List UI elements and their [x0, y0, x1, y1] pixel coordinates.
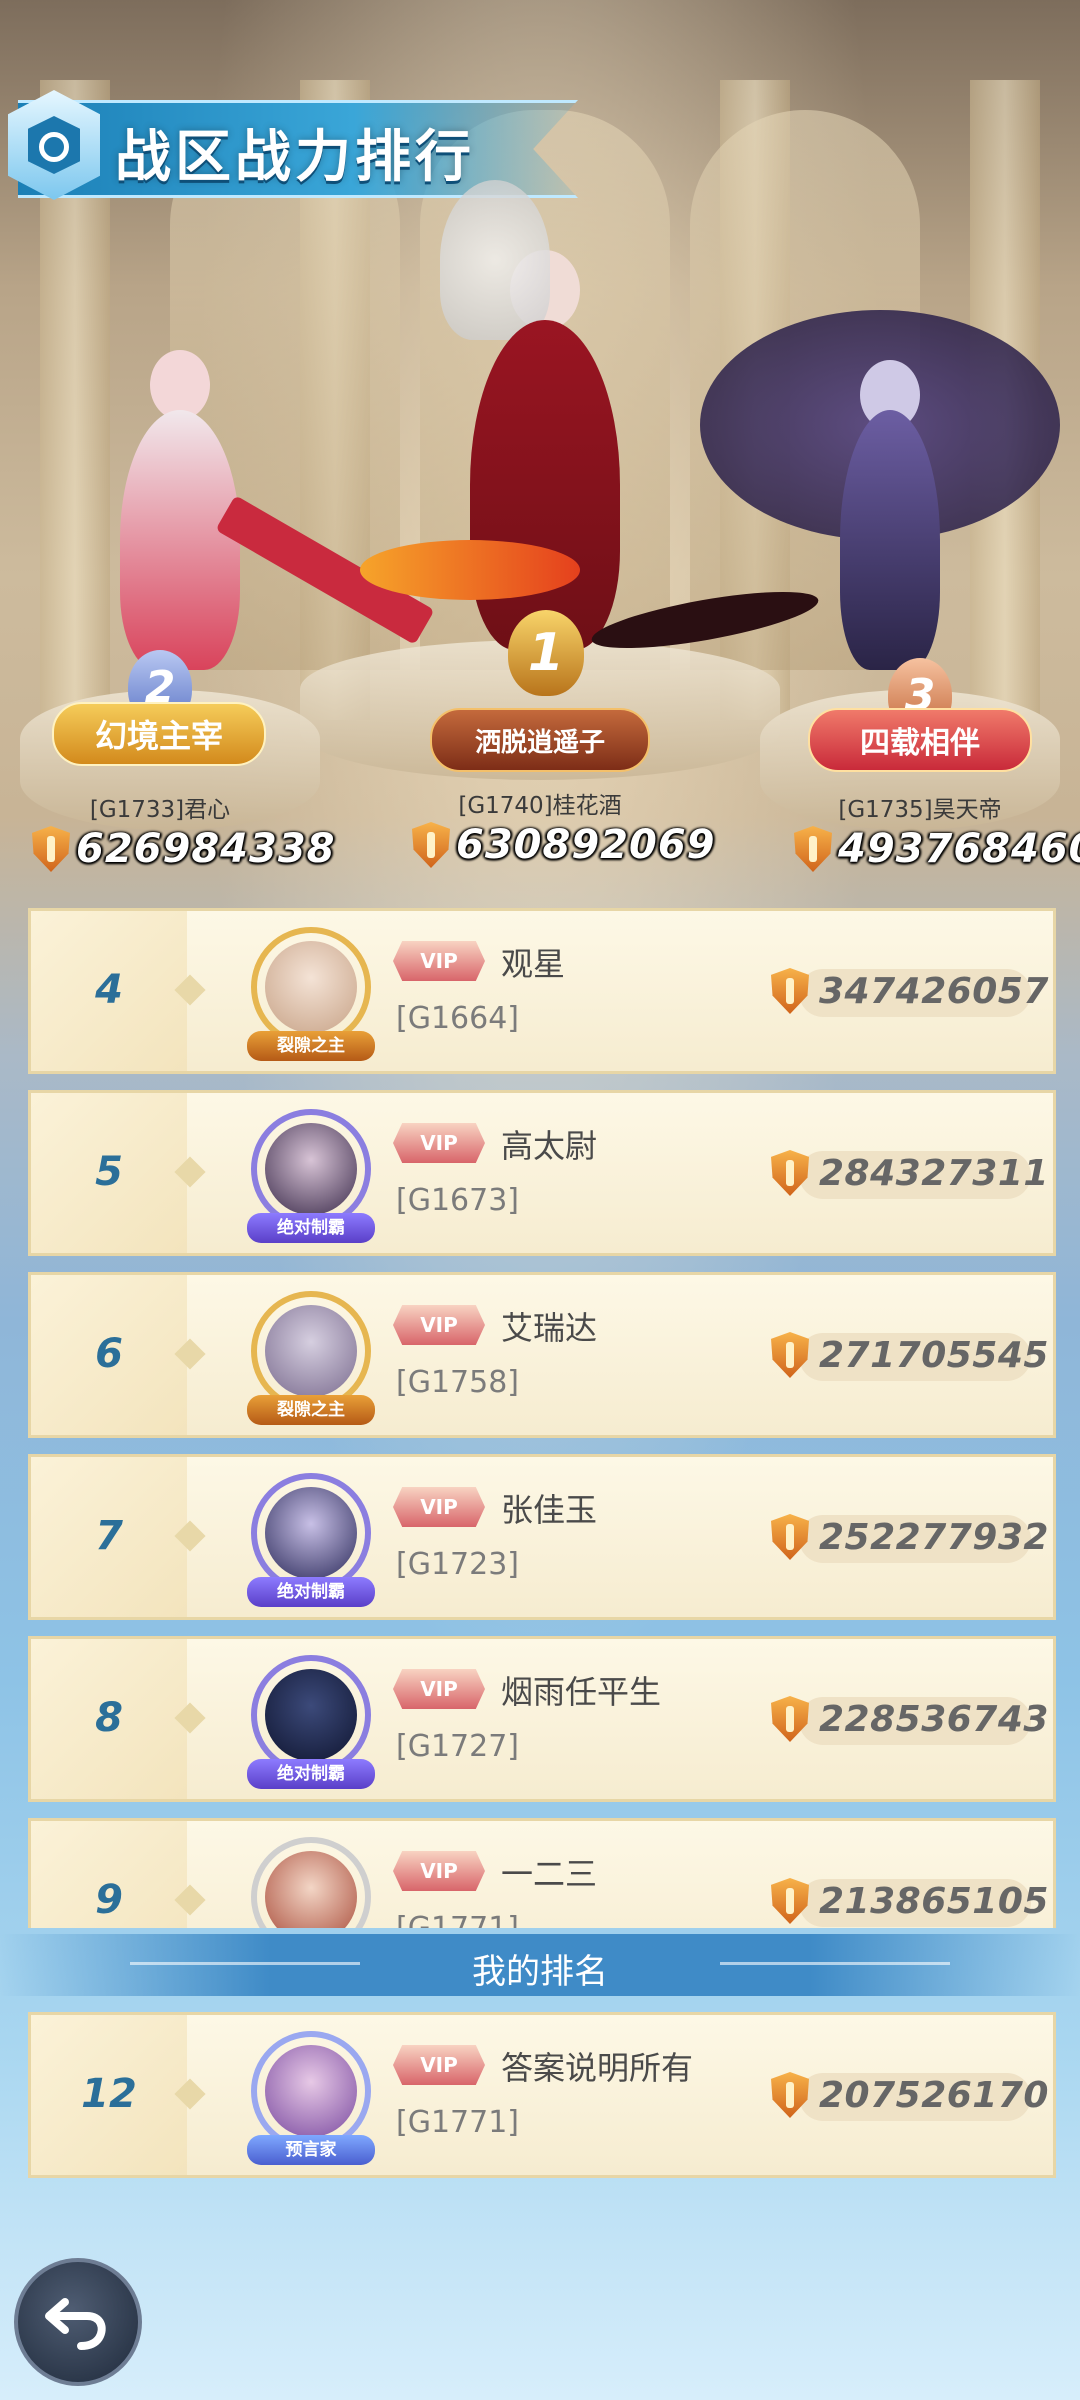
back-button[interactable]: [14, 2258, 142, 2386]
back-arrow-icon: [45, 2298, 106, 2350]
vip-badge: VIP: [393, 1305, 485, 1345]
player-name: 烟雨任平生: [501, 1673, 662, 1711]
title-plate-1: 洒脱逍遥子: [430, 708, 650, 772]
vip-badge: VIP: [393, 1123, 485, 1163]
player-name: 高太尉: [501, 1127, 598, 1165]
player-name: 答案说明所有: [501, 2049, 694, 2087]
podium-1-character[interactable]: [360, 180, 822, 680]
podium-name-1[interactable]: [G1740]桂花酒: [410, 786, 670, 820]
podium-power-2: 626984338: [32, 826, 336, 872]
vip-badge: VIP: [393, 941, 485, 981]
power-value: 271705545: [771, 1329, 1048, 1385]
power-shield-icon: [794, 826, 832, 872]
vip-badge: VIP: [393, 1851, 485, 1891]
podium-2-character[interactable]: [60, 350, 435, 690]
rank-number: 9: [95, 1877, 123, 1923]
player-name: 观星: [501, 945, 566, 983]
podium-3-character[interactable]: [700, 270, 1060, 690]
server-id: [G1758]: [396, 1365, 520, 1400]
rank-number: 5: [95, 1149, 123, 1195]
power-value: 347426057: [771, 965, 1048, 1021]
player-name: 一二三: [501, 1855, 598, 1893]
list-item[interactable]: 8 绝对制霸 VIP 烟雨任平生 [G1727] 228536743: [28, 1636, 1056, 1802]
avatar[interactable]: 裂隙之主: [241, 923, 381, 1063]
podium-name-2[interactable]: [G1733]君心: [30, 790, 290, 824]
my-rank-row[interactable]: 12 预言家 VIP 答案说明所有 [G1771] 207526170: [28, 2012, 1056, 2178]
vip-badge: VIP: [393, 1487, 485, 1527]
podium-power-3: 493768460: [794, 826, 1080, 872]
rank-number: 4: [95, 967, 123, 1013]
vip-badge: VIP: [393, 1669, 485, 1709]
server-id: [G1723]: [396, 1547, 520, 1582]
power-value: 284327311: [771, 1147, 1048, 1203]
power-value: 213865105: [771, 1875, 1048, 1928]
list-item[interactable]: 7 绝对制霸 VIP 张佳玉 [G1723] 252277932: [28, 1454, 1056, 1620]
server-id: [G1664]: [396, 1001, 520, 1036]
list-item[interactable]: 4 裂隙之主 VIP 观星 [G1664] 347426057: [28, 908, 1056, 1074]
rank-number: 6: [95, 1331, 123, 1377]
list-item[interactable]: 6 裂隙之主 VIP 艾瑞达 [G1758] 271705545: [28, 1272, 1056, 1438]
avatar[interactable]: 绝对制霸: [241, 1651, 381, 1791]
podium-power-1: 630892069: [412, 822, 716, 868]
player-name: 张佳玉: [501, 1491, 598, 1529]
player-name: 艾瑞达: [501, 1309, 598, 1347]
power-value: 228536743: [771, 1693, 1048, 1749]
list-item[interactable]: 9 VIP 一二三 [G1771] 213865105: [28, 1818, 1056, 1928]
server-id: [G1771]: [396, 2105, 520, 2140]
ranking-list[interactable]: 4 裂隙之主 VIP 观星 [G1664] 347426057 5 绝对制霸 V…: [0, 900, 1080, 1928]
server-id: [G1727]: [396, 1729, 520, 1764]
rank-number: 8: [95, 1695, 123, 1741]
power-shield-icon: [412, 822, 450, 868]
power-value: 252277932: [771, 1511, 1048, 1567]
avatar[interactable]: 绝对制霸: [241, 1105, 381, 1245]
rank-number: 12: [81, 2071, 137, 2117]
my-rank-label: 我的排名: [472, 1952, 608, 1992]
power-shield-icon: [32, 826, 70, 872]
avatar[interactable]: [241, 1833, 381, 1928]
list-item[interactable]: 5 绝对制霸 VIP 高太尉 [G1673] 284327311: [28, 1090, 1056, 1256]
server-id: [G1771]: [396, 1911, 519, 1928]
title-plate-2: 幻境主宰: [52, 702, 266, 766]
my-rank-header: 我的排名: [0, 1934, 1080, 1996]
rank-medal-1: 1: [508, 610, 584, 696]
podium-name-3[interactable]: [G1735]昊天帝: [790, 790, 1050, 824]
server-id: [G1673]: [396, 1183, 520, 1218]
avatar[interactable]: 绝对制霸: [241, 1469, 381, 1609]
avatar[interactable]: 裂隙之主: [241, 1287, 381, 1427]
title-plate-3: 四载相伴: [808, 708, 1032, 772]
rank-number: 7: [95, 1513, 123, 1559]
power-value: 207526170: [771, 2069, 1048, 2125]
avatar[interactable]: 预言家: [241, 2027, 381, 2167]
vip-badge: VIP: [393, 2045, 485, 2085]
